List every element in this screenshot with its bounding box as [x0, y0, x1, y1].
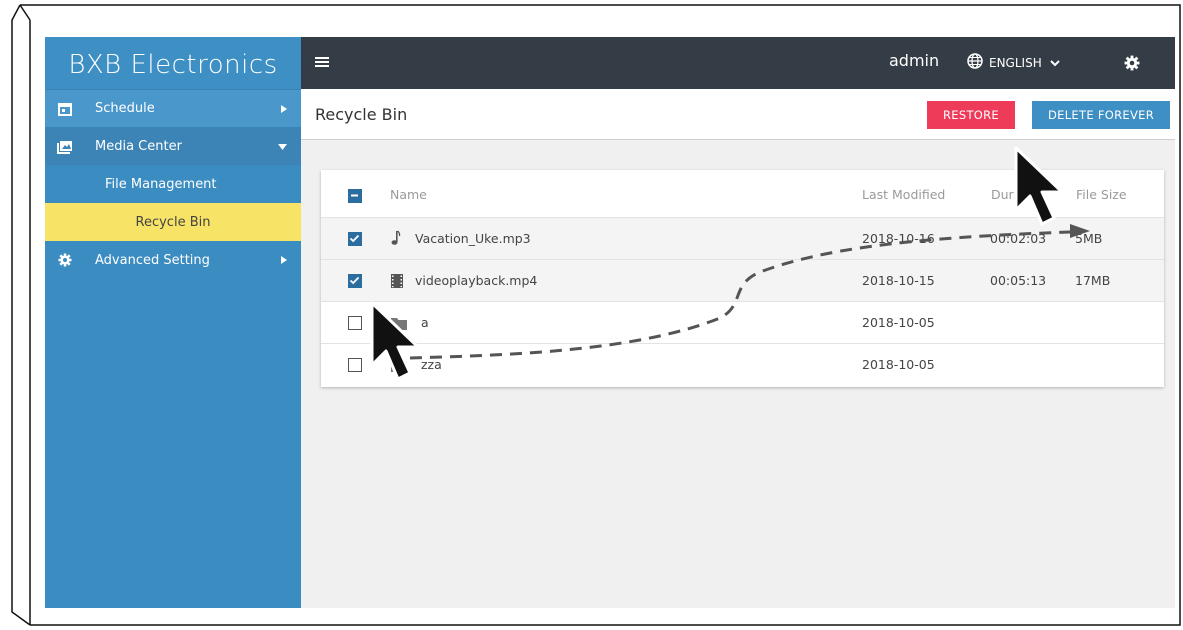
column-header-file-size[interactable]: File Size — [1076, 187, 1127, 202]
film-icon — [391, 273, 403, 292]
table-row[interactable]: Vacation_Uke.mp3 2018-10-16 00:02:03 5MB — [321, 218, 1164, 260]
user-name[interactable]: admin — [889, 51, 939, 70]
file-duration: 00:02:03 — [990, 231, 1047, 246]
file-modified: 2018-10-15 — [862, 273, 935, 288]
globe-icon — [967, 53, 983, 72]
sidebar-item-label: Schedule — [95, 101, 155, 116]
sidebar: BXB Electronics Schedule Media Center Fi… — [45, 37, 301, 608]
language-label: ENGLISH — [989, 55, 1042, 70]
file-name: zza — [421, 357, 442, 372]
sidebar-item-media-center[interactable]: Media Center — [45, 127, 301, 165]
caret-right-icon — [281, 90, 287, 128]
column-header-duration[interactable]: Duration — [991, 187, 1045, 202]
file-modified: 2018-10-16 — [862, 231, 935, 246]
file-size: 17MB — [1075, 273, 1111, 288]
menu-icon[interactable] — [315, 53, 333, 71]
folder-icon — [391, 315, 407, 334]
file-name: Vacation_Uke.mp3 — [415, 231, 531, 246]
file-table: Name Last Modified Duration File Size Va… — [321, 170, 1164, 387]
table-row[interactable]: videoplayback.mp4 2018-10-15 00:05:13 17… — [321, 260, 1164, 302]
top-bar: admin ENGLISH — [301, 37, 1175, 89]
file-name: videoplayback.mp4 — [415, 273, 538, 288]
file-modified: 2018-10-05 — [862, 315, 935, 330]
chevron-down-icon — [1050, 56, 1060, 70]
column-header-last-modified[interactable]: Last Modified — [862, 187, 945, 202]
language-selector[interactable]: ENGLISH — [967, 53, 1060, 72]
sidebar-item-label: Recycle Bin — [135, 214, 211, 230]
sidebar-item-label: Advanced Setting — [95, 252, 210, 268]
sidebar-item-recycle-bin[interactable]: Recycle Bin — [45, 203, 301, 241]
delete-forever-button[interactable]: DELETE FOREVER — [1032, 101, 1170, 129]
calendar-icon — [57, 101, 73, 117]
sidebar-item-advanced-setting[interactable]: Advanced Setting — [45, 241, 301, 279]
caret-right-icon — [281, 241, 287, 279]
table-row[interactable]: a 2018-10-05 — [321, 302, 1164, 344]
row-checkbox[interactable] — [348, 232, 362, 246]
page-title: Recycle Bin — [315, 105, 408, 124]
table-header-row: Name Last Modified Duration File Size — [321, 170, 1164, 218]
select-all-checkbox[interactable] — [348, 189, 362, 203]
file-name: a — [421, 315, 429, 330]
row-checkbox[interactable] — [348, 316, 362, 330]
folder-icon — [391, 357, 407, 376]
column-header-name[interactable]: Name — [390, 187, 427, 202]
photo-library-icon — [57, 139, 73, 155]
file-modified: 2018-10-05 — [862, 357, 935, 372]
music-note-icon — [391, 230, 401, 250]
row-checkbox[interactable] — [348, 358, 362, 372]
sidebar-item-label: Media Center — [95, 139, 182, 154]
restore-button[interactable]: RESTORE — [927, 101, 1015, 129]
gear-icon — [57, 252, 73, 268]
row-checkbox[interactable] — [348, 274, 362, 288]
page-header: Recycle Bin RESTORE DELETE FOREVER — [301, 89, 1175, 140]
sidebar-item-label: File Management — [105, 176, 217, 192]
sidebar-item-file-management[interactable]: File Management — [45, 165, 301, 203]
file-duration: 00:05:13 — [990, 273, 1047, 288]
table-row[interactable]: zza 2018-10-05 — [321, 344, 1164, 386]
file-size: 5MB — [1075, 231, 1103, 246]
settings-gear-icon[interactable] — [1124, 55, 1140, 75]
caret-down-icon — [278, 128, 287, 166]
brand-title: BXB Electronics — [45, 37, 301, 89]
sidebar-item-schedule[interactable]: Schedule — [45, 89, 301, 127]
